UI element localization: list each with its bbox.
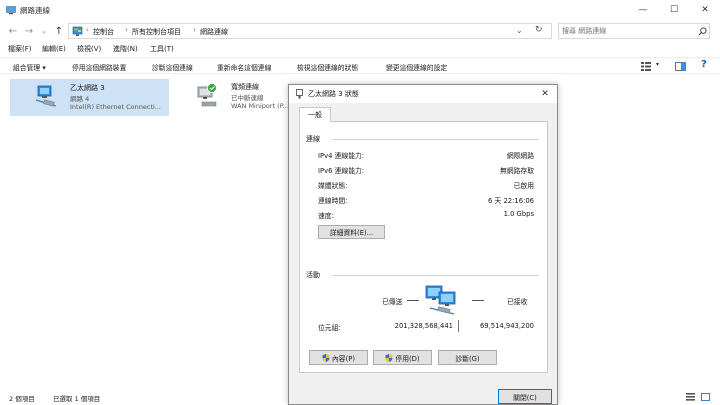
search-icon[interactable] — [698, 27, 707, 36]
up-button[interactable]: ↑ — [52, 24, 66, 38]
refresh-icon[interactable]: ↻ — [535, 25, 543, 35]
tab-general[interactable]: 一般 — [299, 107, 331, 122]
ipv6-value: 無網路存取 — [500, 167, 534, 175]
item-name: 乙太網路 3 — [70, 84, 105, 92]
bytes-sent-value: 201,328,568,441 — [394, 322, 453, 330]
connection-group-label: 連線 — [306, 135, 320, 143]
diagnose-connection-button[interactable]: 診斷這個連線 — [152, 62, 193, 72]
view-options-icon[interactable] — [641, 62, 651, 71]
menu-bar: 檔案(F) 編輯(E) 檢視(V) 進階(N) 工具(T) — [0, 42, 720, 56]
view-dropdown-icon[interactable]: ▾ — [656, 61, 659, 68]
ethernet-adapter-icon — [35, 85, 57, 107]
address-row: ← → ⌄ ↑ › 控制台 › 所有控制台項目 › 網路連線 ⌄ ↻ — [0, 20, 720, 42]
network-adapter-icon — [296, 89, 303, 99]
network-activity-icon — [425, 285, 456, 315]
dialog-title: 乙太網路 3 狀態 — [308, 90, 359, 98]
item-status: 已中斷連線 — [231, 94, 264, 102]
item-network: 網路 4 — [70, 95, 90, 103]
list-item-broadband[interactable]: 寬頻連線 已中斷連線 WAN Miniport (P... — [196, 79, 292, 116]
list-item-ethernet3[interactable]: 乙太網路 3 網路 4 Intel(R) Ethernet Connecti..… — [10, 79, 169, 116]
network-folder-icon — [6, 6, 16, 15]
maximize-button[interactable]: ☐ — [659, 0, 689, 20]
preview-pane-icon[interactable] — [675, 62, 686, 71]
dialog-close-icon[interactable]: ✕ — [538, 87, 552, 101]
back-button[interactable]: ← — [6, 24, 20, 38]
help-icon[interactable]: ? — [701, 59, 707, 70]
disable-button[interactable]: 停用(D) — [373, 350, 432, 365]
bytes-label: 位元組: — [318, 324, 341, 332]
large-icons-view-icon[interactable] — [701, 393, 710, 401]
general-tab-panel: 連線 IPv4 連線能力: 網際網路 IPv6 連線能力: 無網路存取 媒體狀態… — [299, 121, 548, 373]
selected-count: 已選取 1 個項目 — [53, 395, 101, 403]
item-name: 寬頻連線 — [231, 83, 259, 91]
address-dropdown-icon[interactable]: ⌄ — [516, 26, 523, 35]
command-bar: 組合管理 ▾ 停用這個網路裝置 診斷這個連線 重新命名這個連線 檢視這個連線的狀… — [0, 57, 720, 74]
disable-button-label: 停用(D) — [395, 354, 420, 363]
received-label: 已接收 — [507, 298, 528, 306]
change-settings-button[interactable]: 變更這個連線的設定 — [386, 62, 447, 72]
menu-tools[interactable]: 工具(T) — [150, 44, 174, 54]
item-device: Intel(R) Ethernet Connecti... — [70, 103, 161, 111]
ipv4-label: IPv4 連線能力: — [318, 152, 365, 160]
minimize-button[interactable]: — — [628, 0, 658, 20]
speed-value: 1.0 Gbps — [503, 210, 534, 218]
disable-device-button[interactable]: 停用這個網路裝置 — [72, 62, 126, 72]
organize-button[interactable]: 組合管理 ▾ — [13, 62, 46, 72]
properties-button-label: 內容(P) — [332, 354, 355, 363]
menu-advanced[interactable]: 進階(N) — [113, 44, 138, 54]
menu-view[interactable]: 檢視(V) — [77, 44, 101, 54]
details-view-icon[interactable] — [686, 393, 695, 401]
shield-icon — [385, 353, 393, 362]
search-input[interactable] — [562, 25, 692, 37]
window-title: 網路連線 — [20, 6, 50, 15]
diagnose-button[interactable]: 診斷(G) — [438, 350, 497, 365]
media-state-value: 已啟用 — [513, 182, 534, 190]
dialog-title-bar: 乙太網路 3 狀態 ✕ — [289, 85, 557, 103]
broadband-connection-icon — [197, 83, 217, 107]
menu-edit[interactable]: 編輯(E) — [42, 44, 66, 54]
properties-button[interactable]: 內容(P) — [309, 350, 368, 365]
duration-label: 連線時間: — [318, 197, 348, 205]
breadcrumb-item[interactable]: 控制台 — [93, 27, 114, 37]
bytes-received-value: 69,514,943,200 — [479, 322, 534, 330]
item-count: 2 個項目 — [9, 395, 35, 403]
search-box[interactable] — [558, 23, 710, 39]
ipv4-value: 網際網路 — [506, 152, 534, 160]
breadcrumb-item[interactable]: 所有控制台項目 — [132, 27, 181, 37]
view-status-button[interactable]: 檢視這個連線的狀態 — [297, 62, 358, 72]
shield-icon — [322, 353, 330, 362]
recent-locations-button[interactable]: ⌄ — [37, 24, 51, 38]
breadcrumb-item[interactable]: 網路連線 — [200, 27, 228, 37]
item-device: WAN Miniport (P... — [231, 102, 289, 110]
media-state-label: 媒體狀態: — [318, 182, 348, 190]
control-panel-icon — [72, 26, 83, 36]
ipv6-label: IPv6 連線能力: — [318, 167, 365, 175]
activity-group-label: 活動 — [306, 271, 320, 279]
address-bar[interactable]: › 控制台 › 所有控制台項目 › 網路連線 ⌄ ↻ — [68, 23, 552, 39]
title-bar: 網路連線 — ☐ ✕ — [0, 0, 720, 20]
rename-connection-button[interactable]: 重新命名這個連線 — [217, 62, 271, 72]
menu-file[interactable]: 檔案(F) — [8, 44, 32, 54]
speed-label: 速度: — [318, 212, 334, 220]
close-button[interactable]: 關閉(C) — [498, 389, 552, 404]
forward-button[interactable]: → — [22, 24, 36, 38]
close-window-button[interactable]: ✕ — [690, 0, 720, 20]
duration-value: 6 天 22:16:06 — [488, 197, 534, 205]
status-dialog: 乙太網路 3 狀態 ✕ 一般 連線 IPv4 連線能力: 網際網路 IPv6 連… — [288, 84, 558, 405]
sent-label: 已傳送 — [382, 298, 403, 306]
details-button[interactable]: 詳細資料(E)... — [318, 225, 385, 239]
